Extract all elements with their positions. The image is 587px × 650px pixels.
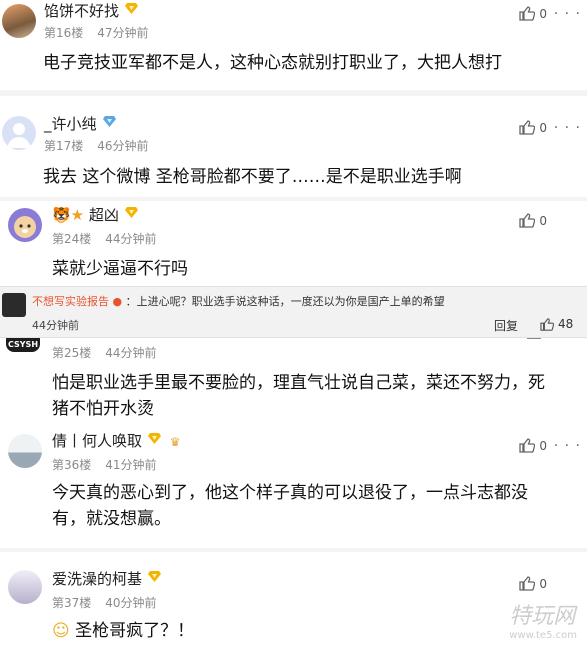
more-options-icon[interactable]: · · · [554, 6, 581, 22]
divider [0, 548, 587, 552]
like-icon [540, 317, 554, 331]
like-icon[interactable] [527, 332, 541, 339]
username[interactable]: _许小纯 [44, 115, 97, 133]
like-button[interactable]: 0 [519, 576, 547, 591]
comment-floor-17: _许小纯 第17楼 46分钟前 0 · · · 我去 这个微博 圣枪哥脸都不要了…… [0, 110, 587, 200]
reply-button[interactable]: 回复 [494, 317, 518, 334]
floor-number: 第37楼 [52, 596, 92, 610]
repost-avatar[interactable] [2, 293, 26, 317]
like-count: 0 [539, 438, 547, 453]
like-icon [519, 120, 536, 135]
like-button[interactable]: 0 [519, 6, 547, 21]
comment-time: 46分钟前 [97, 139, 149, 153]
repost-username[interactable]: 不想写实验报告 [32, 295, 109, 308]
floor-number: 第25楼 [52, 346, 92, 360]
comment-floor-36: 倩丨何人唤取 ♛ 第36楼 41分钟前 0 · · · 今天真的恶心到了，他这个样… [0, 428, 587, 538]
like-button[interactable]: 0 [519, 438, 547, 453]
username[interactable]: 馅饼不好找 [44, 2, 119, 20]
site-watermark: 特玩网 www.te5.com [509, 598, 577, 641]
shiba-avatar-icon [14, 216, 36, 238]
avatar[interactable] [8, 570, 42, 604]
emoji-icon: 🐯★ [52, 206, 85, 224]
avatar[interactable] [8, 208, 42, 242]
member-badge-icon [148, 571, 162, 582]
comment-text-line: 猪不怕开水烫 [52, 399, 154, 419]
comment-floor-24: 🐯★ 超凶 第24楼 44分钟前 0 菜就少逼逼不行吗 [0, 200, 587, 286]
member-badge-icon [148, 433, 162, 444]
comment-floor-37: 爱洗澡的柯基 第37楼 40分钟前 0 ☺ 圣枪哥疯了？！ [0, 564, 587, 650]
floor-number: 第24楼 [52, 232, 92, 246]
quoted-reply[interactable]: 不想写实验报告 ● ：上进心呢？职业选手说这种话，一度还以为你是国产上单的希望 … [0, 286, 587, 338]
like-icon [519, 6, 536, 21]
divider [0, 90, 587, 96]
emoji-icon: ☺ [52, 621, 70, 641]
like-button[interactable]: 0 [519, 213, 547, 228]
like-button[interactable]: 0 [519, 120, 547, 135]
comment-floor-25: CSYSH 第25楼 44分钟前 怕是职业选手里最不要脸的，理直气壮说自己菜，菜还… [0, 336, 587, 426]
vip-badge-icon [102, 116, 116, 127]
comment-time: 47分钟前 [97, 26, 149, 40]
comment-text-line: 怕是职业选手里最不要脸的，理直气壮说自己菜，菜还不努力，死 [52, 373, 545, 393]
more-options-icon[interactable]: · · · [554, 438, 581, 454]
avatar-text: CSYSH [7, 340, 39, 349]
crown-icon: ♛ [169, 435, 181, 449]
comment-text-line: 有，就没想赢。 [52, 509, 171, 529]
comment-text: 电子竞技亚军都不是人，这种心态就别打职业了，大把人想打 [43, 53, 502, 73]
floor-number: 第17楼 [44, 139, 84, 153]
avatar[interactable] [2, 4, 36, 38]
watermark-url: www.te5.com [509, 630, 577, 641]
avatar[interactable]: CSYSH [6, 338, 40, 352]
watermark-logo-text: 特玩网 [509, 604, 576, 629]
username[interactable]: 爱洗澡的柯基 [52, 570, 142, 588]
username[interactable]: 超凶 [89, 206, 119, 224]
comment-text: 菜就少逼逼不行吗 [52, 259, 188, 279]
comment-time: 41分钟前 [105, 458, 157, 472]
comment-time: 44分钟前 [105, 232, 157, 246]
username[interactable]: 倩丨何人唤取 [52, 432, 142, 450]
comment-time: 44分钟前 [105, 346, 157, 360]
like-icon [519, 213, 536, 228]
like-icon [519, 576, 536, 591]
like-count: 0 [539, 213, 547, 228]
member-badge-icon [125, 3, 139, 14]
repost-time: 44分钟前 [32, 319, 79, 332]
like-count: 0 [539, 6, 547, 21]
like-icon [519, 438, 536, 453]
comment-time: 40分钟前 [105, 596, 157, 610]
like-count: 0 [539, 120, 547, 135]
avatar[interactable] [2, 116, 36, 150]
member-badge-icon [124, 207, 138, 218]
avatar[interactable] [8, 434, 42, 468]
comment-text-line: 今天真的恶心到了，他这个样子真的可以退役了，一点斗志都没 [52, 483, 528, 503]
more-options-icon[interactable]: · · · [554, 120, 581, 136]
floor-number: 第36楼 [52, 458, 92, 472]
emoji-icon: ● [112, 295, 123, 308]
comment-floor-16: 馅饼不好找 第16楼 47分钟前 0 · · · 电子竞技亚军都不是人，这种心态就… [0, 0, 587, 88]
repost-like-button[interactable]: 48 [540, 317, 573, 331]
comment-text: 圣枪哥疯了？！ [75, 621, 195, 641]
repost-like-count: 48 [558, 317, 574, 331]
like-count: 0 [539, 576, 547, 591]
default-avatar-icon [7, 123, 31, 148]
floor-number: 第16楼 [44, 26, 84, 40]
comment-text: 我去 这个微博 圣枪哥脸都不要了……是不是职业选手啊 [43, 167, 462, 187]
repost-text: ：上进心呢？职业选手说这种话，一度还以为你是国产上单的希望 [125, 295, 445, 308]
